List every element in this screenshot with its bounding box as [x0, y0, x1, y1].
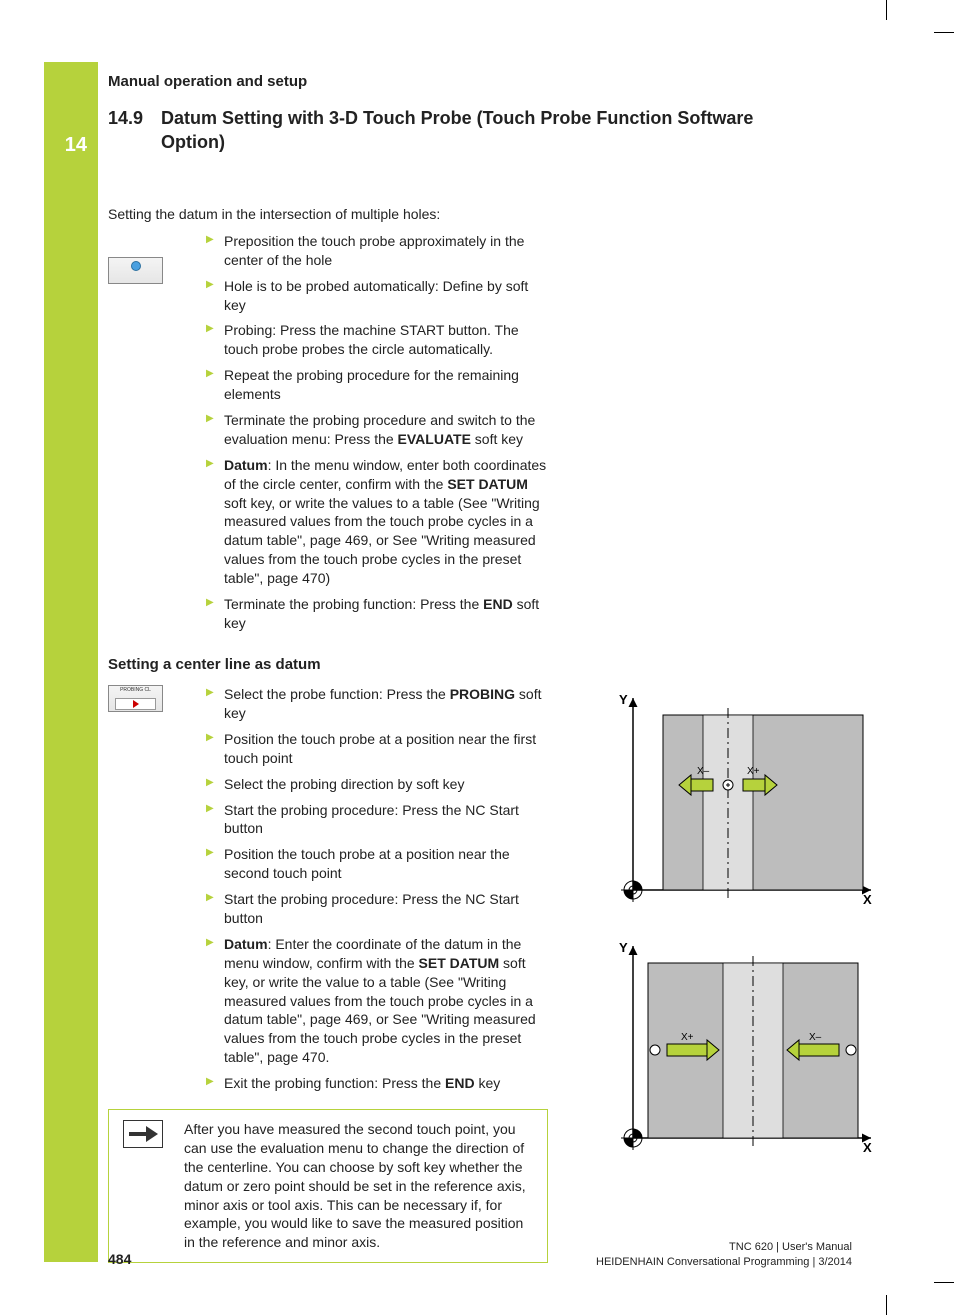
centerline-diagram-1: Y X X– X+	[603, 690, 878, 915]
list-item: Repeat the probing procedure for the rem…	[206, 366, 548, 404]
list-item: Preposition the touch probe approximatel…	[206, 232, 548, 270]
svg-text:Y: Y	[619, 692, 628, 707]
list-item: Start the probing procedure: Press the N…	[206, 890, 548, 928]
page-footer: 484 TNC 620 | User's Manual HEIDENHAIN C…	[108, 1240, 852, 1269]
list-item: Hole is to be probed automatically: Defi…	[206, 277, 548, 315]
softkey-circle-icon	[108, 257, 163, 284]
list-item: Select the probe function: Press the PRO…	[206, 685, 548, 723]
section-title: Datum Setting with 3-D Touch Probe (Touc…	[161, 106, 801, 155]
list-item: Position the touch probe at a position n…	[206, 845, 548, 883]
list-item: Terminate the probing procedure and swit…	[206, 411, 548, 449]
svg-text:X–: X–	[809, 1032, 822, 1043]
list-item: Select the probing direction by soft key	[206, 775, 548, 794]
list-item: Start the probing procedure: Press the N…	[206, 801, 548, 839]
procedure-list-1: Preposition the touch probe approximatel…	[206, 232, 548, 633]
list-item: Datum: Enter the coordinate of the datum…	[206, 935, 548, 1067]
subheading: Setting a center line as datum	[108, 655, 548, 675]
list-item: Position the touch probe at a position n…	[206, 730, 548, 768]
footer-text: TNC 620 | User's Manual HEIDENHAIN Conve…	[596, 1240, 852, 1269]
list-item: Probing: Press the machine START button.…	[206, 321, 548, 359]
svg-text:X: X	[863, 892, 872, 907]
note-arrow-icon	[123, 1120, 163, 1148]
svg-text:Y: Y	[619, 940, 628, 955]
svg-text:X+: X+	[747, 766, 760, 777]
section-number: 14.9	[108, 106, 156, 130]
centerline-diagram-2: Y X X+ X–	[603, 938, 878, 1163]
svg-text:X+: X+	[681, 1032, 694, 1043]
running-head: Manual operation and setup	[108, 72, 307, 92]
chapter-tab: 14	[44, 62, 98, 1262]
section-heading: 14.9 Datum Setting with 3-D Touch Probe …	[108, 106, 808, 155]
intro-paragraph: Setting the datum in the intersection of…	[108, 205, 548, 224]
page-number: 484	[108, 1250, 131, 1269]
svg-text:X: X	[863, 1140, 872, 1155]
softkey-probing-cl-icon: PROBING CL	[108, 685, 163, 712]
list-item: Datum: In the menu window, enter both co…	[206, 456, 548, 588]
procedure-list-2: Select the probe function: Press the PRO…	[206, 685, 548, 1093]
chapter-number: 14	[65, 132, 87, 159]
svg-text:X–: X–	[697, 766, 710, 777]
list-item: Exit the probing function: Press the END…	[206, 1074, 548, 1093]
note-text: After you have measured the second touch…	[184, 1121, 526, 1250]
list-item: Terminate the probing function: Press th…	[206, 595, 548, 633]
